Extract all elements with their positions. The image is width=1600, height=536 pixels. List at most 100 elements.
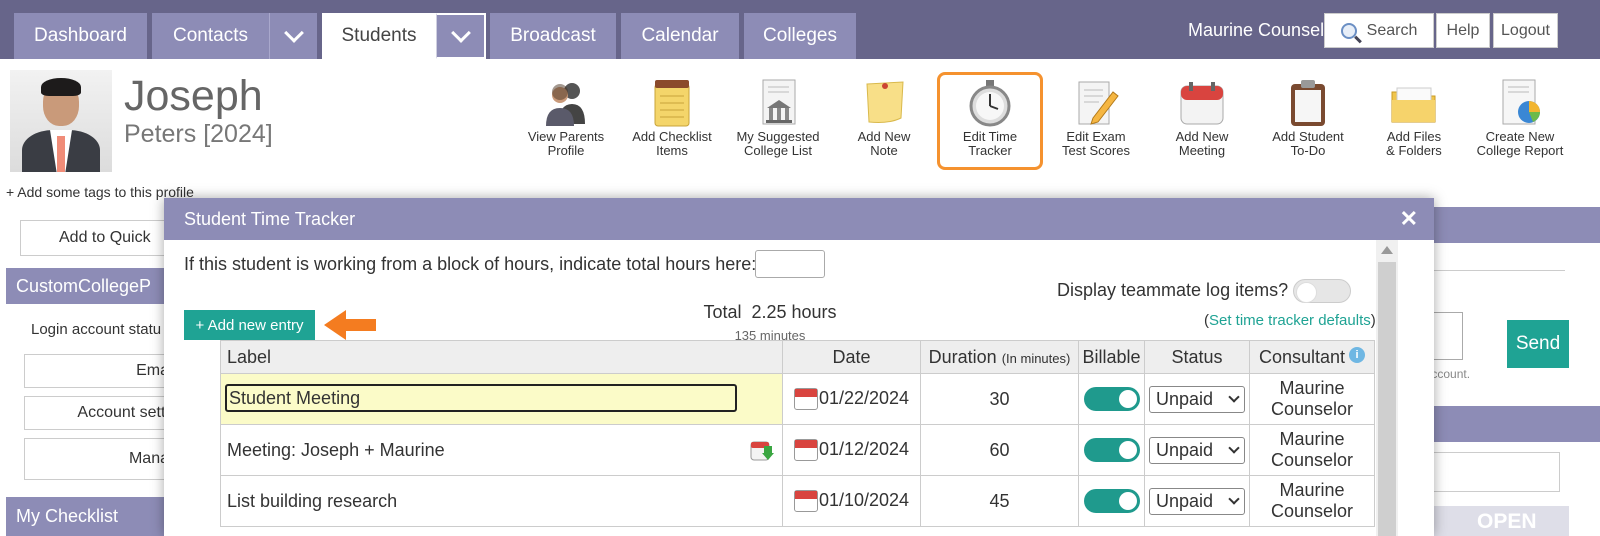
help-button[interactable]: Help — [1436, 13, 1490, 48]
add-new-meeting-button[interactable]: Add New Meeting — [1149, 72, 1255, 170]
student-last-name-year: Peters [2024] — [124, 120, 273, 148]
entry-status-cell: Unpaid — [1144, 424, 1250, 476]
create-new-college-report-button[interactable]: Create New College Report — [1467, 72, 1573, 170]
tab-calendar[interactable]: Calendar — [621, 13, 739, 59]
entry-consultant: Maurine Counselor — [1249, 475, 1375, 527]
action-label: College List — [744, 143, 812, 158]
tab-contacts[interactable]: Contacts — [152, 13, 269, 59]
calendar-sync-icon[interactable] — [750, 438, 774, 462]
modal-title: Student Time Tracker — [184, 208, 356, 229]
status-select[interactable]: Unpaid — [1149, 436, 1245, 464]
contacts-dropdown-button[interactable] — [269, 13, 317, 59]
entry-date: 01/12/2024 — [818, 438, 910, 459]
edit-exam-test-scores-button[interactable]: Edit Exam Test Scores — [1043, 72, 1149, 170]
search-icon — [1340, 22, 1357, 39]
block-hours-input[interactable] — [755, 250, 825, 278]
edit-time-tracker-button[interactable]: Edit Time Tracker — [937, 72, 1043, 170]
calendar-icon[interactable] — [793, 439, 818, 462]
column-header-billable[interactable]: Billable — [1078, 340, 1145, 374]
checklist-icon — [647, 78, 697, 128]
column-header-status[interactable]: Status — [1144, 340, 1250, 374]
billable-toggle[interactable] — [1083, 387, 1140, 411]
add-checklist-items-button[interactable]: Add Checklist Items — [619, 72, 725, 170]
scrollbar-thumb[interactable] — [1378, 262, 1396, 536]
entry-date-cell[interactable]: 01/10/2024 — [782, 475, 921, 527]
column-header-consultant[interactable]: Consultant i — [1249, 340, 1375, 374]
status-select[interactable]: Unpaid — [1149, 487, 1245, 515]
status-value: Unpaid — [1156, 439, 1214, 460]
arrow-left-icon — [324, 310, 376, 340]
status-select[interactable]: Unpaid — [1149, 385, 1245, 413]
add-student-todo-button[interactable]: Add Student To-Do — [1255, 72, 1361, 170]
view-parents-profile-button[interactable]: View Parents Profile — [513, 72, 619, 170]
modal-header: Student Time Tracker ✕ — [164, 198, 1434, 240]
entry-label-cell[interactable]: Student Meeting — [220, 373, 783, 425]
user-name[interactable]: Maurine Counselor — [1188, 20, 1340, 41]
action-label: Edit Time — [962, 129, 1018, 144]
my-suggested-college-list-button[interactable]: My Suggested College List — [725, 72, 831, 170]
table-header-row: Label Date Duration (In minutes) Billabl… — [220, 340, 1375, 374]
consultant-first: Maurine — [1279, 429, 1345, 449]
calendar-icon[interactable] — [793, 388, 818, 411]
clipboard-icon — [1283, 78, 1333, 128]
add-to-quick-button[interactable]: Add to Quick — [20, 220, 170, 256]
account-settings-button[interactable]: Account setti — [24, 396, 170, 430]
email-button[interactable]: Ema — [24, 354, 170, 388]
manage-button[interactable]: Mana — [24, 438, 170, 480]
entry-label-cell[interactable]: Meeting: Joseph + Maurine — [220, 424, 783, 476]
entry-label: Meeting: Joseph + Maurine — [227, 439, 445, 460]
action-label: My Suggested — [736, 129, 820, 144]
entry-date-cell[interactable]: 01/22/2024 — [782, 373, 921, 425]
chevron-down-icon — [1228, 492, 1240, 505]
column-header-date[interactable]: Date — [782, 340, 921, 374]
entry-duration[interactable]: 60 — [920, 424, 1079, 476]
exam-icon — [1071, 78, 1121, 128]
tab-broadcast[interactable]: Broadcast — [490, 13, 616, 59]
entry-billable-cell — [1078, 424, 1145, 476]
send-button[interactable]: Send — [1507, 320, 1569, 368]
status-value: Unpaid — [1156, 388, 1214, 409]
entry-label-cell[interactable]: List building research — [220, 475, 783, 527]
set-time-tracker-defaults-link[interactable]: Set time tracker defaults — [1209, 312, 1371, 329]
column-header-label[interactable]: Label — [220, 340, 783, 374]
college-list-icon — [753, 78, 803, 128]
close-icon[interactable]: ✕ — [1400, 206, 1418, 232]
account-settings-label: Account setti — [77, 404, 169, 421]
entry-date: 01/10/2024 — [818, 489, 910, 510]
display-teammate-label: Display teammate log items? — [1057, 280, 1289, 300]
calendar-icon[interactable] — [793, 490, 818, 513]
add-files-folders-button[interactable]: Add Files & Folders — [1361, 72, 1467, 170]
entry-duration[interactable]: 30 — [920, 373, 1079, 425]
action-label: College Report — [1476, 143, 1564, 158]
entry-label-input[interactable]: Student Meeting — [225, 384, 737, 412]
info-icon[interactable]: i — [1349, 346, 1366, 363]
add-new-note-button[interactable]: Add New Note — [831, 72, 937, 170]
login-status-label: Login account statu — [31, 321, 162, 338]
action-label: & Folders — [1386, 143, 1442, 158]
note-icon — [859, 78, 909, 128]
students-dropdown-button[interactable] — [436, 13, 486, 59]
action-label: Add Checklist — [632, 129, 712, 144]
entry-date-cell[interactable]: 01/12/2024 — [782, 424, 921, 476]
display-teammate-toggle[interactable] — [1293, 279, 1351, 303]
total-hours-value: 2.25 hours — [751, 302, 837, 322]
search-button[interactable]: Search — [1324, 13, 1434, 48]
chevron-down-icon — [450, 23, 471, 43]
tab-dashboard[interactable]: Dashboard — [14, 13, 147, 59]
action-label: Profile — [547, 143, 585, 158]
column-header-duration[interactable]: Duration (In minutes) — [920, 340, 1079, 374]
logout-button[interactable]: Logout — [1493, 13, 1558, 48]
tab-colleges[interactable]: Colleges — [744, 13, 856, 59]
add-new-entry-button[interactable]: + Add new entry — [184, 310, 315, 340]
consultant-last: Counselor — [1270, 399, 1354, 419]
scroll-up-icon[interactable] — [1381, 246, 1393, 254]
right-panel-header-2 — [1405, 406, 1600, 442]
student-first-name: Joseph — [124, 72, 263, 120]
entry-duration[interactable]: 45 — [920, 475, 1079, 527]
block-hours-label: If this student is working from a block … — [184, 254, 757, 274]
billable-toggle[interactable] — [1083, 489, 1140, 513]
tab-students[interactable]: Students — [322, 13, 436, 59]
action-label: Add New — [857, 129, 911, 144]
billable-toggle[interactable] — [1083, 438, 1140, 462]
total-prefix: Total — [703, 302, 742, 322]
